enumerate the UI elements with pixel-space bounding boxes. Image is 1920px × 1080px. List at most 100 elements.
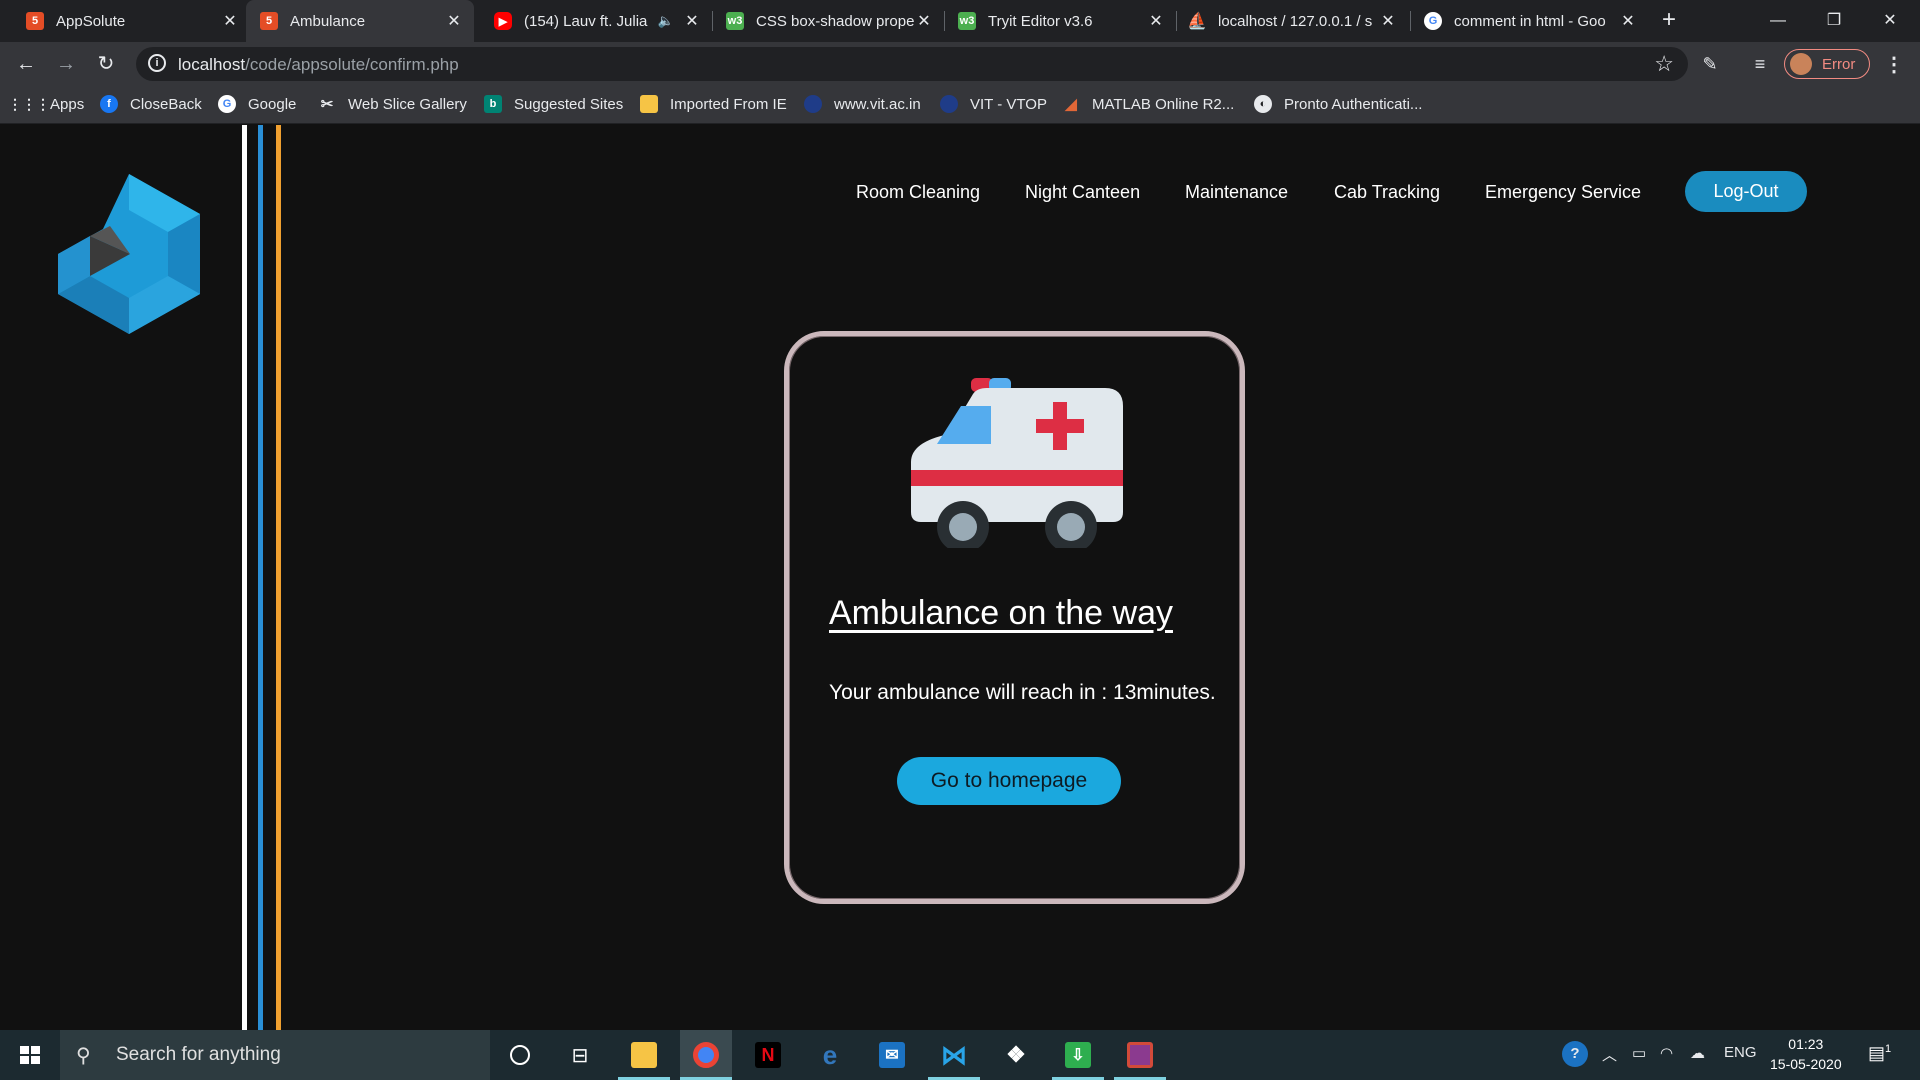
nav-maintenance[interactable]: Maintenance bbox=[1185, 182, 1288, 203]
html5-icon: 5 bbox=[26, 12, 44, 30]
winrar-icon[interactable] bbox=[1114, 1030, 1166, 1080]
bookmark-apps[interactable]: ⋮⋮⋮ Apps bbox=[8, 95, 84, 113]
bookmark-pronto[interactable]: ◐ Pronto Authenticati... bbox=[1254, 95, 1422, 113]
tab-google-search[interactable]: G comment in html - Goo ✕ bbox=[1410, 0, 1638, 42]
nav-emergency-service[interactable]: Emergency Service bbox=[1485, 182, 1641, 203]
netflix-icon[interactable]: N bbox=[742, 1030, 794, 1080]
edge-icon[interactable]: e bbox=[804, 1030, 856, 1080]
decor-line-white bbox=[242, 125, 247, 1030]
help-icon[interactable]: ? bbox=[1562, 1041, 1588, 1067]
nav-cab-tracking[interactable]: Cab Tracking bbox=[1334, 182, 1440, 203]
address-bar[interactable]: i localhost/code/appsolute/confirm.php ☆ bbox=[136, 47, 1688, 81]
close-icon[interactable]: ✕ bbox=[1146, 11, 1166, 31]
bookmark-imported-from-ie[interactable]: Imported From IE bbox=[640, 95, 787, 113]
search-icon: ⚲ bbox=[76, 1044, 91, 1067]
tab-title: AppSolute bbox=[56, 12, 126, 30]
search-placeholder: Search for anything bbox=[116, 1044, 281, 1065]
folder-icon bbox=[640, 95, 658, 113]
chrome-icon[interactable] bbox=[680, 1030, 732, 1080]
extension-pen-icon[interactable]: ✎ bbox=[1698, 52, 1722, 76]
windows-start-icon[interactable] bbox=[0, 1030, 60, 1080]
close-icon[interactable]: ✕ bbox=[1618, 11, 1638, 31]
back-button[interactable]: ← bbox=[12, 50, 40, 78]
cloud-download-icon[interactable]: ⇩ bbox=[1052, 1030, 1104, 1080]
media-control-icon[interactable]: ≡ bbox=[1748, 52, 1772, 76]
bookmark-closeback[interactable]: f CloseBack bbox=[100, 95, 202, 113]
mail-icon[interactable]: ✉ bbox=[866, 1030, 918, 1080]
url-text[interactable]: localhost/code/appsolute/confirm.php bbox=[178, 55, 459, 75]
taskbar-clock[interactable]: 01:23 15-05-2020 bbox=[1770, 1034, 1842, 1074]
info-icon[interactable]: i bbox=[148, 54, 166, 72]
cortana-icon[interactable] bbox=[494, 1030, 546, 1080]
eta-text: Your ambulance will reach in : 13minutes… bbox=[829, 681, 1216, 704]
web-slice-icon: ✂ bbox=[320, 96, 334, 113]
tab-css-box-shadow[interactable]: w3 CSS box-shadow prope ✕ bbox=[712, 0, 934, 42]
vscode-icon[interactable]: ⋈ bbox=[928, 1030, 980, 1080]
close-icon[interactable]: ✕ bbox=[914, 11, 934, 31]
profile-button[interactable]: Error bbox=[1784, 49, 1870, 79]
new-tab-button[interactable]: + bbox=[1656, 8, 1682, 34]
tab-title: Ambulance bbox=[290, 12, 366, 30]
bookmark-vit-vtop[interactable]: VIT - VTOP bbox=[940, 95, 1047, 113]
notification-count: 1 bbox=[1885, 1043, 1892, 1055]
bing-icon: b bbox=[484, 95, 502, 113]
file-explorer-icon[interactable] bbox=[618, 1030, 670, 1080]
bookmark-google[interactable]: G Google bbox=[218, 95, 296, 113]
menu-icon[interactable]: ⋮ bbox=[1884, 52, 1904, 77]
browser-toolbar: ← → ↻ i localhost/code/appsolute/confirm… bbox=[0, 42, 1920, 86]
profile-label: Error bbox=[1822, 55, 1856, 73]
html5-icon: 5 bbox=[260, 12, 278, 30]
battery-icon[interactable]: ▭ bbox=[1632, 1044, 1646, 1062]
speaker-icon[interactable]: 🔈 bbox=[658, 13, 674, 29]
appsolute-logo[interactable] bbox=[58, 174, 200, 334]
tab-strip: 5 AppSolute ✕ 5 Ambulance ✕ ▶ (154) Lauv… bbox=[0, 0, 1920, 42]
dropbox-icon[interactable]: ❖ bbox=[990, 1030, 1042, 1080]
tab-youtube[interactable]: ▶ (154) Lauv ft. Julia 🔈 ✕ bbox=[482, 0, 702, 42]
wifi-icon[interactable]: ◠ bbox=[1660, 1044, 1673, 1062]
w3schools-icon: w3 bbox=[958, 12, 976, 30]
decor-line-blue bbox=[258, 125, 263, 1030]
clock-date: 15-05-2020 bbox=[1770, 1056, 1842, 1072]
onedrive-icon[interactable]: ☁ bbox=[1690, 1044, 1705, 1062]
tab-appsolute[interactable]: 5 AppSolute ✕ bbox=[14, 0, 240, 42]
decor-line-orange bbox=[276, 125, 281, 1030]
nav-night-canteen[interactable]: Night Canteen bbox=[1025, 182, 1140, 203]
close-icon[interactable]: ✕ bbox=[444, 11, 464, 31]
logout-button[interactable]: Log-Out bbox=[1685, 171, 1807, 212]
w3schools-icon: w3 bbox=[726, 12, 744, 30]
reload-button[interactable]: ↻ bbox=[92, 50, 120, 78]
taskbar-search-input[interactable]: ⚲ Search for anything bbox=[60, 1030, 490, 1080]
google-icon: G bbox=[218, 95, 236, 113]
bookmark-matlab[interactable]: ◢ MATLAB Online R2... bbox=[1062, 95, 1234, 114]
phpmyadmin-icon: ⛵ bbox=[1187, 13, 1207, 30]
vit-logo-icon bbox=[940, 95, 958, 113]
tab-ambulance[interactable]: 5 Ambulance ✕ bbox=[246, 0, 474, 42]
forward-button[interactable]: → bbox=[52, 50, 80, 78]
language-indicator[interactable]: ENG bbox=[1724, 1044, 1757, 1061]
avatar bbox=[1790, 53, 1812, 75]
matlab-icon: ◢ bbox=[1065, 96, 1077, 113]
bookmark-vit[interactable]: www.vit.ac.in bbox=[804, 95, 921, 113]
vit-logo-icon bbox=[804, 95, 822, 113]
bookmark-web-slice-gallery[interactable]: ✂ Web Slice Gallery bbox=[318, 95, 467, 114]
notification-icon[interactable]: ▤1 bbox=[1868, 1043, 1891, 1064]
chevron-up-icon[interactable]: ︿ bbox=[1602, 1044, 1617, 1065]
bookmark-suggested-sites[interactable]: b Suggested Sites bbox=[484, 95, 623, 113]
bookmark-star-icon[interactable]: ☆ bbox=[1654, 51, 1674, 77]
task-view-icon[interactable]: ⊟ bbox=[554, 1030, 606, 1080]
clock-time: 01:23 bbox=[1788, 1036, 1824, 1052]
minimize-button[interactable]: — bbox=[1758, 6, 1798, 36]
close-icon[interactable]: ✕ bbox=[1378, 11, 1398, 31]
close-icon[interactable]: ✕ bbox=[682, 11, 702, 31]
close-icon[interactable]: ✕ bbox=[220, 11, 240, 31]
restore-button[interactable]: ❐ bbox=[1814, 6, 1854, 36]
ambulance-icon bbox=[911, 378, 1123, 548]
facebook-icon: f bbox=[100, 95, 118, 113]
tab-tryit-editor[interactable]: w3 Tryit Editor v3.6 ✕ bbox=[944, 0, 1166, 42]
go-to-homepage-button[interactable]: Go to homepage bbox=[897, 757, 1121, 805]
tab-phpmyadmin[interactable]: ⛵ localhost / 127.0.0.1 / s ✕ bbox=[1176, 0, 1398, 42]
close-window-button[interactable]: ✕ bbox=[1870, 6, 1910, 36]
tab-title: CSS box-shadow prope bbox=[756, 12, 914, 30]
nav-room-cleaning[interactable]: Room Cleaning bbox=[856, 182, 980, 203]
tab-title: (154) Lauv ft. Julia bbox=[524, 12, 648, 30]
